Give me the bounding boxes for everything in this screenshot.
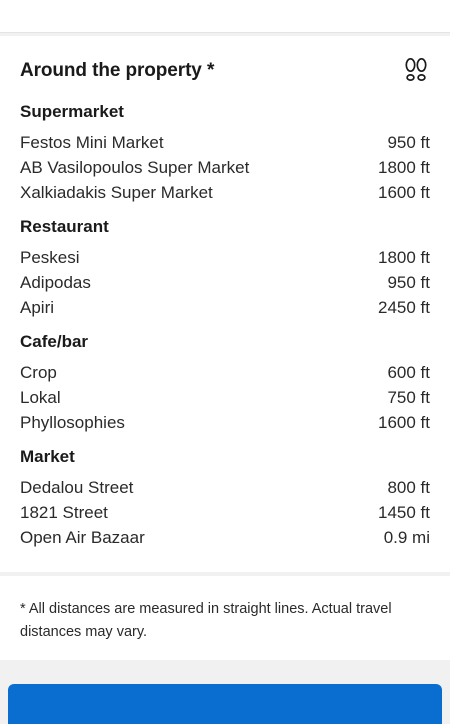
place-name: Crop xyxy=(20,363,57,382)
previous-card-edge xyxy=(0,0,450,33)
place-name: Dedalou Street xyxy=(20,478,134,497)
place-distance: 0.9 mi xyxy=(383,528,430,547)
place-distance: 1800 ft xyxy=(378,158,430,177)
list-item: 1821 Street 1450 ft xyxy=(20,503,430,525)
place-name: Open Air Bazaar xyxy=(20,528,145,547)
list-item: Crop 600 ft xyxy=(20,363,430,385)
place-distance: 950 ft xyxy=(387,133,430,152)
place-distance: 800 ft xyxy=(387,478,430,497)
place-distance: 1450 ft xyxy=(378,503,430,522)
list-item: Phyllosophies 1600 ft xyxy=(20,413,430,435)
place-name: AB Vasilopoulos Super Market xyxy=(20,158,250,177)
list-item: Open Air Bazaar 0.9 mi xyxy=(20,528,430,550)
place-distance: 1600 ft xyxy=(378,183,430,202)
around-property-card: Around the property * Supermarket Festos… xyxy=(0,36,450,572)
section-title-restaurant: Restaurant xyxy=(20,217,109,236)
place-name: Phyllosophies xyxy=(20,413,125,432)
place-distance: 750 ft xyxy=(387,388,430,407)
section-title-market: Market xyxy=(20,447,75,466)
section-title-supermarket: Supermarket xyxy=(20,102,124,121)
list-item: Apiri 2450 ft xyxy=(20,298,430,320)
place-distance: 1600 ft xyxy=(378,413,430,432)
card-title: Around the property * xyxy=(20,60,215,81)
place-distance: 600 ft xyxy=(387,363,430,382)
list-item: Festos Mini Market 950 ft xyxy=(20,133,430,155)
place-distance: 1800 ft xyxy=(378,248,430,267)
place-name: Lokal xyxy=(20,388,61,407)
list-item: Lokal 750 ft xyxy=(20,388,430,410)
cut-off-text-fragment xyxy=(40,0,200,2)
place-name: Apiri xyxy=(20,298,55,317)
list-item: Adipodas 950 ft xyxy=(20,273,430,295)
distance-footnote: * All distances are measured in straight… xyxy=(20,601,392,640)
list-item: Xalkiadakis Super Market 1600 ft xyxy=(20,183,430,205)
place-name: Xalkiadakis Super Market xyxy=(20,183,213,202)
place-distance: 2450 ft xyxy=(378,298,430,317)
card-header: Around the property * xyxy=(20,57,430,86)
footnote-panel: * All distances are measured in straight… xyxy=(0,576,450,660)
place-name: Peskesi xyxy=(20,248,80,267)
footprints-icon xyxy=(405,57,427,81)
section-title-cafe-bar: Cafe/bar xyxy=(20,332,89,351)
place-name: 1821 Street xyxy=(20,503,108,522)
place-name: Festos Mini Market xyxy=(20,133,164,152)
primary-action-button[interactable] xyxy=(8,684,442,724)
list-item: Dedalou Street 800 ft xyxy=(20,478,430,500)
section-spacer xyxy=(0,660,450,684)
list-item: AB Vasilopoulos Super Market 1800 ft xyxy=(20,158,430,180)
place-distance: 950 ft xyxy=(387,273,430,292)
list-item: Peskesi 1800 ft xyxy=(20,248,430,270)
place-name: Adipodas xyxy=(20,273,91,292)
